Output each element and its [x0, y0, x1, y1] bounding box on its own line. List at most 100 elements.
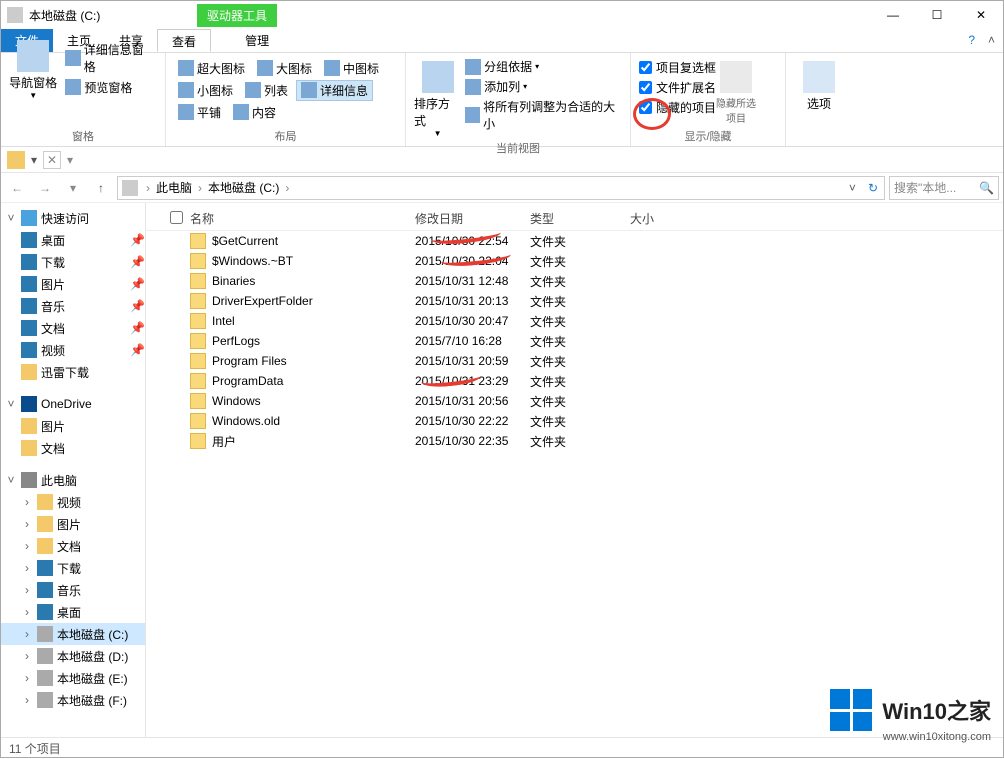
- tree-drive-c[interactable]: ›本地磁盘 (C:): [1, 623, 145, 645]
- folder-icon: [190, 373, 206, 389]
- recent-button[interactable]: ▾: [61, 176, 85, 200]
- nav-pane-label: 导航窗格: [9, 74, 57, 91]
- preview-pane-button[interactable]: 预览窗格: [61, 78, 157, 97]
- col-size[interactable]: 大小: [630, 210, 710, 227]
- file-type: 文件夹: [530, 333, 630, 350]
- file-type: 文件夹: [530, 433, 630, 450]
- file-type: 文件夹: [530, 293, 630, 310]
- collapse-ribbon-button[interactable]: ˄: [988, 33, 995, 47]
- tree-videos[interactable]: 视频📌: [1, 339, 145, 361]
- layout-content[interactable]: 内容: [229, 103, 280, 122]
- search-input[interactable]: 搜索"本地... 🔍: [889, 176, 999, 200]
- layout-medium[interactable]: 中图标: [320, 59, 383, 78]
- breadcrumb-drive[interactable]: 本地磁盘 (C:): [206, 179, 281, 196]
- column-headers[interactable]: 名称 修改日期 类型 大小: [146, 207, 1003, 231]
- tree-od-documents[interactable]: 文档: [1, 437, 145, 459]
- file-list[interactable]: 名称 修改日期 类型 大小 $GetCurrent2015/10/30 22:5…: [146, 203, 1003, 737]
- tree-music[interactable]: 音乐📌: [1, 295, 145, 317]
- tree-od-pictures[interactable]: 图片: [1, 415, 145, 437]
- folder-icon: [190, 413, 206, 429]
- up-button[interactable]: ↑: [89, 176, 113, 200]
- layout-details[interactable]: 详细信息: [296, 80, 373, 101]
- file-type: 文件夹: [530, 313, 630, 330]
- file-row[interactable]: Intel2015/10/30 20:47文件夹: [146, 311, 1003, 331]
- tree-drive-e[interactable]: ›本地磁盘 (E:): [1, 667, 145, 689]
- close-icon[interactable]: ✕: [43, 151, 61, 169]
- tree-pc-pictures[interactable]: ›图片: [1, 513, 145, 535]
- sort-button[interactable]: 排序方式▼: [414, 57, 461, 138]
- select-all-checkbox[interactable]: [170, 211, 183, 224]
- file-row[interactable]: Windows.old2015/10/30 22:22文件夹: [146, 411, 1003, 431]
- group-show-hide-label: 显示/隐藏: [639, 126, 777, 144]
- layout-small[interactable]: 小图标: [174, 81, 237, 100]
- breadcrumb-dropdown-icon[interactable]: ˅: [847, 181, 858, 195]
- options-button[interactable]: 选项: [794, 57, 844, 112]
- file-name: $GetCurrent: [212, 234, 415, 248]
- minimize-button[interactable]: —: [871, 1, 915, 29]
- tree-thispc[interactable]: 此电脑: [41, 472, 77, 489]
- file-type: 文件夹: [530, 353, 630, 370]
- file-row[interactable]: PerfLogs2015/7/10 16:28文件夹: [146, 331, 1003, 351]
- tree-pc-docs[interactable]: ›文档: [1, 535, 145, 557]
- tree-pc-desktop[interactable]: ›桌面: [1, 601, 145, 623]
- col-date[interactable]: 修改日期: [415, 210, 530, 227]
- file-row[interactable]: Windows2015/10/31 20:56文件夹: [146, 391, 1003, 411]
- maximize-button[interactable]: ☐: [915, 1, 959, 29]
- tree-onedrive[interactable]: OneDrive: [41, 397, 92, 411]
- tree-pc-music[interactable]: ›音乐: [1, 579, 145, 601]
- file-row[interactable]: Binaries2015/10/31 12:48文件夹: [146, 271, 1003, 291]
- hidden-items-toggle[interactable]: 隐藏的项目: [639, 97, 716, 117]
- close-button[interactable]: ✕: [959, 1, 1003, 29]
- group-current-view-label: 当前视图: [414, 138, 622, 156]
- layout-extra-large[interactable]: 超大图标: [174, 59, 249, 78]
- back-button[interactable]: ←: [5, 176, 29, 200]
- tab-view[interactable]: 查看: [157, 29, 211, 52]
- tree-drive-f[interactable]: ›本地磁盘 (F:): [1, 689, 145, 711]
- file-row[interactable]: Program Files2015/10/31 20:59文件夹: [146, 351, 1003, 371]
- file-name: Program Files: [212, 354, 415, 368]
- layout-list[interactable]: 列表: [241, 81, 292, 100]
- detail-pane-button[interactable]: 详细信息窗格: [61, 40, 157, 76]
- tree-pictures[interactable]: 图片📌: [1, 273, 145, 295]
- group-panes-label: 窗格: [9, 126, 157, 144]
- tree-xunlei[interactable]: 迅雷下载: [1, 361, 145, 383]
- col-name[interactable]: 名称: [190, 210, 415, 227]
- folder-icon: [190, 333, 206, 349]
- layout-tiles[interactable]: 平铺: [174, 103, 225, 122]
- file-name: Windows: [212, 394, 415, 408]
- help-button[interactable]: ?: [968, 33, 975, 47]
- item-checkboxes-toggle[interactable]: 项目复选框: [639, 57, 716, 77]
- nav-pane-button[interactable]: 导航窗格▼: [9, 36, 57, 100]
- file-row[interactable]: $GetCurrent2015/10/30 22:54文件夹: [146, 231, 1003, 251]
- status-bar: 11 个项目: [1, 737, 1003, 759]
- autosize-columns-button[interactable]: 将所有列调整为合适的大小: [461, 97, 622, 133]
- tree-documents[interactable]: 文档📌: [1, 317, 145, 339]
- file-row[interactable]: $Windows.~BT2015/10/30 22:04文件夹: [146, 251, 1003, 271]
- file-row[interactable]: 用户2015/10/30 22:35文件夹: [146, 431, 1003, 451]
- add-column-button[interactable]: 添加列▾: [461, 77, 622, 96]
- qat-dropdown-icon[interactable]: ▾: [31, 153, 37, 167]
- qat-overflow-icon[interactable]: ▾: [67, 153, 73, 167]
- nav-tree[interactable]: ˅快速访问 桌面📌 下载📌 图片📌 音乐📌 文档📌 视频📌 迅雷下载 ˅OneD…: [1, 203, 146, 737]
- tree-pc-videos[interactable]: ›视频: [1, 491, 145, 513]
- group-by-button[interactable]: 分组依据▾: [461, 57, 622, 76]
- hide-selected-button[interactable]: 隐藏所选项目: [716, 57, 756, 125]
- refresh-button[interactable]: ↻: [866, 181, 880, 195]
- drive-icon: [122, 180, 138, 196]
- file-row[interactable]: ProgramData2015/10/31 23:29文件夹: [146, 371, 1003, 391]
- file-name: $Windows.~BT: [212, 254, 415, 268]
- tree-quick-access[interactable]: 快速访问: [41, 210, 89, 227]
- file-ext-toggle[interactable]: 文件扩展名: [639, 77, 716, 97]
- tree-pc-downloads[interactable]: ›下载: [1, 557, 145, 579]
- windows-logo-icon: [830, 689, 872, 731]
- layout-large[interactable]: 大图标: [253, 59, 316, 78]
- tree-drive-d[interactable]: ›本地磁盘 (D:): [1, 645, 145, 667]
- breadcrumb[interactable]: › 此电脑 › 本地磁盘 (C:) › ˅ ↻: [117, 176, 885, 200]
- breadcrumb-thispc[interactable]: 此电脑: [154, 179, 194, 196]
- tree-downloads[interactable]: 下载📌: [1, 251, 145, 273]
- col-type[interactable]: 类型: [530, 210, 630, 227]
- context-tab-drive-tools[interactable]: 驱动器工具: [197, 4, 277, 27]
- tree-desktop[interactable]: 桌面📌: [1, 229, 145, 251]
- tab-manage[interactable]: 管理: [231, 29, 283, 52]
- file-row[interactable]: DriverExpertFolder2015/10/31 20:13文件夹: [146, 291, 1003, 311]
